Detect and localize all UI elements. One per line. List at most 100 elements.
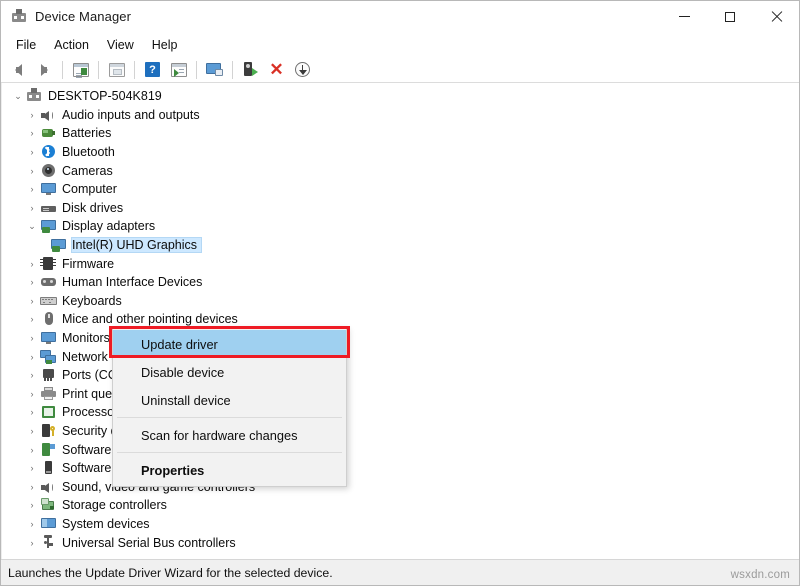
ctx-properties[interactable]: Properties <box>113 456 346 484</box>
ctx-uninstall-device[interactable]: Uninstall device <box>113 386 346 414</box>
software-component-icon <box>40 442 57 458</box>
tree-root-label: DESKTOP-504K819 <box>48 89 162 104</box>
device-manager-window: Device Manager File Action View Help ? ✕… <box>0 0 800 586</box>
context-menu-separator <box>117 417 342 418</box>
menu-bar: File Action View Help <box>1 33 799 57</box>
tree-item-label: Computer <box>62 182 117 197</box>
properties-window-icon <box>108 62 125 77</box>
scan-button[interactable] <box>290 58 315 82</box>
forward-button[interactable] <box>32 58 57 82</box>
menu-view[interactable]: View <box>98 35 143 55</box>
printer-icon <box>40 386 57 402</box>
chevron-right-icon[interactable]: › <box>24 293 40 309</box>
back-button[interactable] <box>6 58 31 82</box>
context-menu-wrapper: Update driver Disable device Uninstall d… <box>109 326 350 487</box>
chevron-down-icon[interactable]: ⌄ <box>10 88 26 104</box>
tree-item-human-interface-devices[interactable]: › Human Interface Devices <box>2 273 799 292</box>
scan-hardware-icon <box>170 62 187 77</box>
chevron-right-icon[interactable]: › <box>24 144 40 160</box>
speaker-icon <box>40 479 57 495</box>
ctx-scan-hardware[interactable]: Scan for hardware changes <box>113 421 346 449</box>
chevron-right-icon[interactable]: › <box>24 330 40 346</box>
window-title: Device Manager <box>35 9 132 24</box>
chevron-right-icon[interactable]: › <box>24 125 40 141</box>
tree-item-label: Display adapters <box>62 219 156 234</box>
tree-item-label: Disk drives <box>62 200 124 215</box>
minimize-icon <box>678 16 690 17</box>
chevron-right-icon[interactable]: › <box>24 460 40 476</box>
tree-item-universal-serial-bus-controllers[interactable]: › Universal Serial Bus controllers <box>2 533 799 552</box>
update-driver-button[interactable] <box>202 58 227 82</box>
chevron-right-icon[interactable]: › <box>24 497 40 513</box>
menu-file[interactable]: File <box>7 35 45 55</box>
tree-item-firmware[interactable]: › Firmware <box>2 254 799 273</box>
red-x-icon: ✕ <box>269 60 284 79</box>
device-tree-panel[interactable]: ⌄ DESKTOP-504K819 › Audio inputs and out… <box>1 83 799 559</box>
chevron-right-icon[interactable]: › <box>24 367 40 383</box>
monitor-icon <box>40 330 57 346</box>
chevron-right-icon[interactable]: › <box>24 200 40 216</box>
tree-item-label: Universal Serial Bus controllers <box>62 535 236 550</box>
chevron-down-icon[interactable]: ⌄ <box>24 218 40 234</box>
battery-icon <box>40 125 57 141</box>
toolbar-separator <box>232 60 233 79</box>
tree-item-cameras[interactable]: › Cameras <box>2 161 799 180</box>
menu-action[interactable]: Action <box>45 35 98 55</box>
tree-item-label: Keyboards <box>62 293 122 308</box>
tree-item-mice-and-other-pointing-devices[interactable]: › Mice and other pointing devices <box>2 310 799 329</box>
chevron-right-icon[interactable]: › <box>24 535 40 551</box>
chevron-right-icon[interactable]: › <box>24 311 40 327</box>
chevron-right-icon[interactable]: › <box>24 442 40 458</box>
chevron-right-icon[interactable]: › <box>24 349 40 365</box>
tree-item-storage-controllers[interactable]: › Storage controllers <box>2 496 799 515</box>
menu-help[interactable]: Help <box>143 35 187 55</box>
chevron-right-icon[interactable]: › <box>24 479 40 495</box>
scan-for-hardware-changes-button[interactable] <box>166 58 191 82</box>
properties-button[interactable] <box>104 58 129 82</box>
tree-item-audio-inputs-and-outputs[interactable]: › Audio inputs and outputs <box>2 106 799 125</box>
down-arrow-circle-icon <box>295 62 310 77</box>
security-device-icon <box>40 423 57 439</box>
chevron-right-icon[interactable]: › <box>24 107 40 123</box>
computer-icon <box>26 88 43 104</box>
uninstall-device-button[interactable]: ✕ <box>264 58 289 82</box>
ctx-update-driver[interactable]: Update driver <box>113 330 346 358</box>
show-hide-console-tree-button[interactable] <box>68 58 93 82</box>
chevron-right-icon[interactable]: › <box>24 256 40 272</box>
tree-item-label: System devices <box>62 516 150 531</box>
close-button[interactable] <box>753 1 799 33</box>
chevron-right-icon[interactable]: › <box>24 386 40 402</box>
chevron-right-icon[interactable]: › <box>24 163 40 179</box>
toolbar-separator <box>98 60 99 79</box>
tree-item-keyboards[interactable]: › Keyboards <box>2 292 799 311</box>
tree-item-system-devices[interactable]: › System devices <box>2 515 799 534</box>
tree-item-batteries[interactable]: › Batteries <box>2 124 799 143</box>
enable-device-button[interactable] <box>238 58 263 82</box>
maximize-button[interactable] <box>707 1 753 33</box>
chevron-right-icon[interactable]: › <box>24 516 40 532</box>
device-manager-icon <box>11 8 27 25</box>
chevron-right-icon[interactable]: › <box>24 404 40 420</box>
chevron-right-icon[interactable]: › <box>24 181 40 197</box>
hid-icon <box>40 274 57 290</box>
tree-item-intel-uhd-graphics[interactable]: Intel(R) UHD Graphics <box>2 236 799 255</box>
tree-item-label: Audio inputs and outputs <box>62 107 200 122</box>
tree-item-label: Intel(R) UHD Graphics <box>70 237 203 254</box>
tree-item-disk-drives[interactable]: › Disk drives <box>2 199 799 218</box>
tree-root-item[interactable]: ⌄ DESKTOP-504K819 <box>2 87 799 106</box>
help-button[interactable]: ? <box>140 58 165 82</box>
title-bar: Device Manager <box>1 1 799 33</box>
watermark: wsxdn.com <box>730 569 790 581</box>
minimize-button[interactable] <box>661 1 707 33</box>
console-tree-icon <box>72 62 89 77</box>
tree-item-bluetooth[interactable]: › Bluetooth <box>2 143 799 162</box>
usb-icon <box>40 534 57 551</box>
status-bar-text: Launches the Update Driver Wizard for th… <box>8 565 333 580</box>
chevron-right-icon[interactable]: › <box>24 274 40 290</box>
tree-item-label: Mice and other pointing devices <box>62 312 238 327</box>
storage-controller-icon <box>40 497 57 513</box>
ctx-disable-device[interactable]: Disable device <box>113 358 346 386</box>
chevron-right-icon[interactable]: › <box>24 423 40 439</box>
tree-item-display-adapters[interactable]: ⌄ Display adapters <box>2 217 799 236</box>
tree-item-computer[interactable]: › Computer <box>2 180 799 199</box>
